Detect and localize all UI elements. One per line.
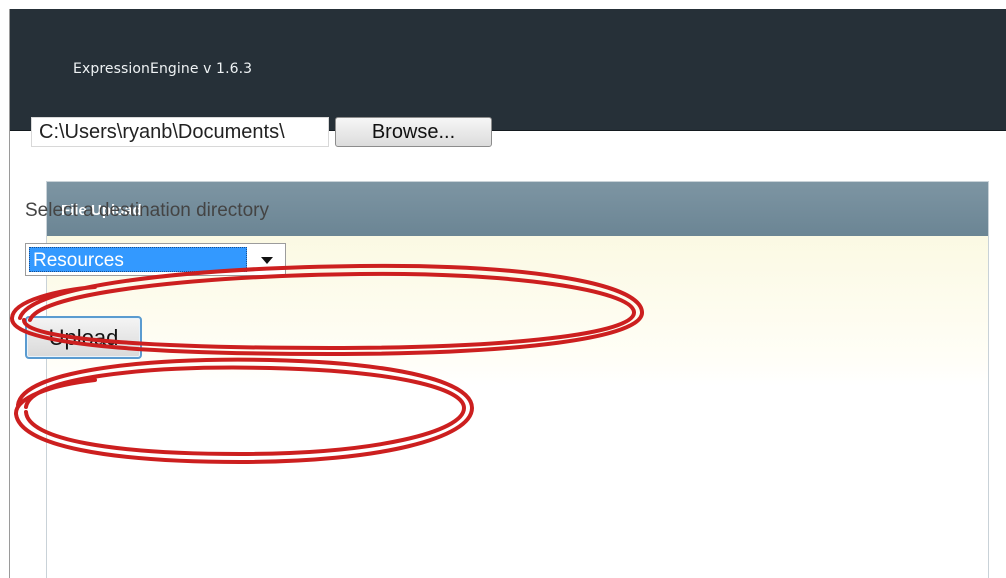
file-path-field[interactable]: C:\Users\ryanb\Documents\ — [31, 117, 329, 147]
browse-button[interactable]: Browse... — [335, 117, 492, 147]
app-header: ExpressionEngine v 1.6.3 — [10, 9, 1006, 131]
destination-label: Select a destination directory — [25, 200, 269, 221]
file-upload-panel: File Upload — [46, 181, 989, 578]
chevron-down-icon[interactable] — [253, 249, 281, 271]
panel-body — [47, 236, 988, 578]
app-title: ExpressionEngine v 1.6.3 — [73, 61, 253, 77]
destination-selected-value: Resources — [29, 247, 247, 272]
upload-button[interactable]: Upload — [25, 316, 142, 359]
app-window: ExpressionEngine v 1.6.3 File Upload — [9, 9, 1006, 578]
destination-select[interactable]: Resources — [25, 243, 286, 276]
